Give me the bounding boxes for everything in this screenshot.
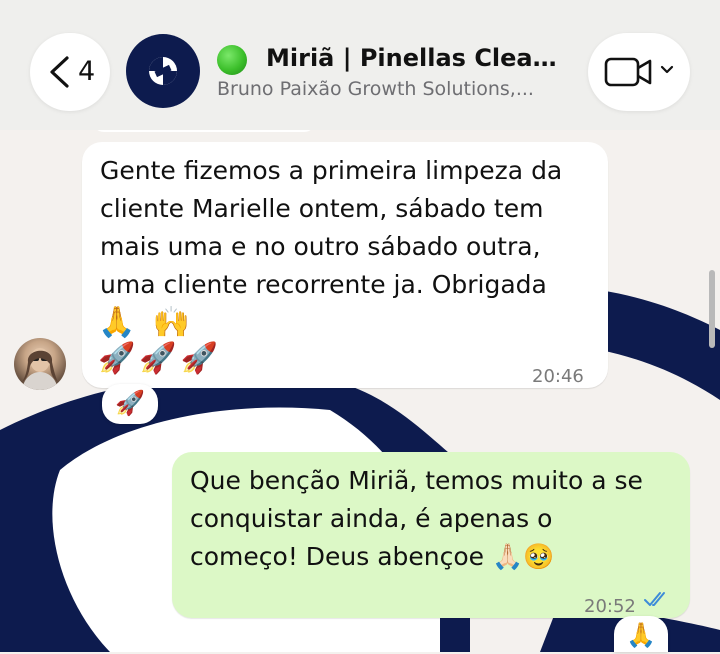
message-emoji-line: 🚀🚀🚀 [98, 341, 223, 376]
chat-title[interactable]: Miriã | Pinellas Cleanin... [266, 40, 566, 76]
reaction-emoji: 🚀 [115, 389, 145, 417]
chevron-left-icon [50, 56, 69, 88]
back-button[interactable]: 4 [30, 33, 110, 111]
sender-avatar[interactable] [14, 338, 66, 390]
chat-header: 4 Miriã | Pinellas Cleanin... Bruno Paix… [0, 0, 720, 130]
read-receipt-icon [644, 592, 665, 606]
message-text-line: uma cliente recorrente ja. Obrigada [100, 270, 547, 299]
scrollbar[interactable] [709, 270, 715, 348]
message-text-line: Que benção Miriã, temos muito a se [190, 466, 643, 495]
message-text-line: mais uma e no outro sábado outra, [100, 232, 541, 261]
status-dot-icon [217, 45, 247, 75]
group-avatar[interactable] [126, 34, 200, 108]
unread-count: 4 [78, 56, 96, 87]
chevron-down-icon [660, 65, 674, 74]
message-reaction[interactable]: 🚀 [102, 384, 158, 424]
message-text-line: começo! Deus abençoe 🙏🏻🥹 [190, 542, 555, 571]
message-emoji-line: 🙏 🙌 [98, 305, 195, 340]
logo-icon [149, 57, 177, 85]
message-reaction[interactable]: 🙏 [614, 616, 668, 652]
outgoing-message-bubble[interactable]: Que benção Miriã, temos muito a se conqu… [172, 452, 690, 618]
incoming-message-bubble[interactable]: Gente fizemos a primeira limpeza da clie… [82, 142, 608, 388]
message-timestamp: 20:46 [532, 366, 584, 387]
video-camera-icon [604, 57, 652, 87]
reaction-emoji: 🙏 [626, 621, 656, 649]
message-text-line: conquistar ainda, é apenas o [190, 504, 553, 533]
message-text-line: Gente fizemos a primeira limpeza da [100, 156, 563, 185]
avatar-photo-icon [22, 348, 58, 390]
message-text-line: cliente Marielle ontem, sábado tem [100, 194, 544, 223]
video-call-button[interactable] [588, 33, 690, 111]
chat-subtitle[interactable]: Bruno Paixão Growth Solutions,... [217, 76, 565, 102]
